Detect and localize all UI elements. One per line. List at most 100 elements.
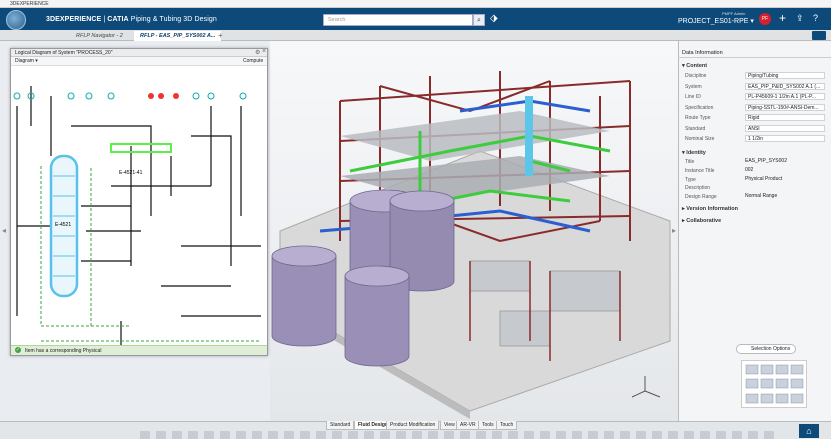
os-title-bar: 3DEXPERIENCE <box>0 0 831 8</box>
bottom-tab-ar-vr[interactable]: AR-VR <box>456 421 480 430</box>
3d-viewport[interactable] <box>270 41 678 421</box>
toolbar-command-icon[interactable] <box>380 431 390 439</box>
toolbar-command-icon[interactable] <box>332 431 342 439</box>
toolbar-command-icon[interactable] <box>732 431 742 439</box>
section-collaborative[interactable]: ▸ Collaborative <box>682 218 721 224</box>
plant-model[interactable] <box>270 41 678 421</box>
toolbar-command-icon[interactable] <box>508 431 518 439</box>
diagram-toolbar <box>11 57 267 66</box>
toolbar-command-icon[interactable] <box>348 431 358 439</box>
bottom-tab-touch[interactable]: Touch <box>496 421 518 430</box>
add-tab-icon[interactable]: + <box>218 31 223 40</box>
toolbar-command-icon[interactable] <box>252 431 262 439</box>
toolbar-command-icon[interactable] <box>716 431 726 439</box>
field-value[interactable]: EAS_PIP_P&ID_SYS002 A.1 (... <box>745 82 825 90</box>
toolbar-command-icon[interactable] <box>620 431 630 439</box>
data-panel-title: Data Information <box>678 49 831 58</box>
help-icon[interactable]: ? <box>813 13 818 23</box>
toolbar-command-icon[interactable] <box>556 431 566 439</box>
section-identity[interactable]: ▾ Identity <box>682 150 706 156</box>
section-content[interactable]: ▾ Content <box>682 63 707 69</box>
toolbar-command-icon[interactable] <box>764 431 774 439</box>
axis-triad-icon <box>631 376 661 398</box>
toolbar-command-icon[interactable] <box>588 431 598 439</box>
ds-logo-icon[interactable]: ⌂ <box>799 424 819 438</box>
toolbar-command-icon[interactable] <box>140 431 150 439</box>
field-value: Normal Range <box>745 193 778 200</box>
toolbar-command-icon[interactable] <box>668 431 678 439</box>
toolbar-command-icon[interactable] <box>492 431 502 439</box>
toolbar-command-icon[interactable] <box>412 431 422 439</box>
field-value[interactable]: PL-P45609-1 1/2in A.1 (PL-P... <box>745 93 825 100</box>
close-icon[interactable]: × <box>262 48 266 55</box>
field-value: 002 <box>745 166 754 173</box>
toolbar-command-icon[interactable] <box>524 431 534 439</box>
toolbar-command-icon[interactable] <box>572 431 582 439</box>
toolbar-command-icon[interactable] <box>476 431 486 439</box>
diagram-dropdown-label: Diagram <box>15 58 34 64</box>
tag-icon[interactable]: ⬗ <box>490 13 502 25</box>
toolbar-command-icon[interactable] <box>684 431 694 439</box>
toolbar-command-icon[interactable] <box>364 431 374 439</box>
selection-options-button[interactable]: Selection Options <box>736 344 796 354</box>
collapse-right-icon[interactable]: ▸ <box>672 226 676 235</box>
search-input[interactable]: Search <box>323 14 473 26</box>
bottom-tab-product-modification[interactable]: Product Modification <box>386 421 440 430</box>
diagram-canvas[interactable]: E-4521-41 E-4521 <box>11 66 267 345</box>
toolbar-command-icon[interactable] <box>444 431 454 439</box>
toolbar-command-icon[interactable] <box>460 431 470 439</box>
toolbar-command-icon[interactable] <box>188 431 198 439</box>
toolbar-command-icon[interactable] <box>284 431 294 439</box>
add-icon[interactable]: + <box>779 11 786 25</box>
logical-diagram-panel[interactable]: Logical Diagram of System "PROCESS_20" ⚙… <box>10 48 268 356</box>
field-value[interactable]: Piping/Tubing <box>745 72 825 79</box>
toolbar-command-icon[interactable] <box>636 431 646 439</box>
search-icon[interactable]: ⌕ <box>473 14 485 26</box>
tab-rflp-active[interactable]: RFLP - EAS_PIP_SYS002 A... <box>134 31 222 41</box>
toolbar-command-icon[interactable] <box>652 431 662 439</box>
field-label: Type <box>685 176 696 183</box>
toolbar-command-icon[interactable] <box>204 431 214 439</box>
group-boundary-bottom <box>41 325 261 342</box>
project-label: PROJECT_ES01-RPE <box>678 18 749 25</box>
toolbar-command-icon[interactable] <box>156 431 166 439</box>
toolbar-command-icon[interactable] <box>236 431 246 439</box>
bottom-tab-tools[interactable]: Tools <box>478 421 498 430</box>
selection-mode-icons[interactable] <box>742 361 808 409</box>
selection-options-grid[interactable] <box>741 360 807 408</box>
field-value[interactable]: Piping-SSTL-150#-ANSI-Dem... <box>745 103 825 111</box>
compass-icon[interactable] <box>6 10 26 30</box>
toolbar-command-icon[interactable] <box>300 431 310 439</box>
field-value[interactable]: 1 1/2in <box>745 135 825 142</box>
field-value[interactable]: ANSI <box>745 124 825 132</box>
diagram-dropdown[interactable]: Diagram ▾ <box>15 58 38 64</box>
toolbar-command-icon[interactable] <box>220 431 230 439</box>
toolbar-command-icon[interactable] <box>540 431 550 439</box>
toolbar-command-icon[interactable] <box>700 431 710 439</box>
field-value: EAS_PIP_SYS002 <box>745 158 787 164</box>
toolbar-command-icon[interactable] <box>428 431 438 439</box>
tab-rflp-navigator[interactable]: RFLP Navigator - 2 <box>70 31 129 41</box>
toolbar-command-icon[interactable] <box>172 431 182 439</box>
gear-icon[interactable]: ⚙ <box>255 49 260 56</box>
field-value: Physical Product <box>745 175 783 182</box>
diagram-status-bar: Item has a corresponding Physical <box>11 345 267 355</box>
field-label: Discipline <box>685 73 707 79</box>
toolbar-command-icon[interactable] <box>316 431 326 439</box>
field-label: System <box>685 83 702 90</box>
compute-button[interactable]: Compute <box>243 58 263 64</box>
toolbar-command-icon[interactable] <box>604 431 614 439</box>
column-label: E-4521 <box>55 222 71 228</box>
view-menu-icon[interactable] <box>812 31 826 40</box>
section-version[interactable]: ▸ Version Information <box>682 206 738 212</box>
share-icon[interactable]: ⇪ <box>796 13 804 24</box>
project-selector[interactable]: PROJECT_ES01-RPE ▾ <box>678 17 754 25</box>
toolbar-command-icon[interactable] <box>268 431 278 439</box>
collapse-left-icon[interactable]: ◂ <box>2 226 6 235</box>
avatar[interactable]: PF <box>759 13 771 25</box>
toolbar-command-icon[interactable] <box>396 431 406 439</box>
red-valves <box>148 93 179 99</box>
field-value[interactable]: Rigid <box>745 114 825 121</box>
toolbar-command-icon[interactable] <box>748 431 758 439</box>
bottom-tab-standard[interactable]: Standard <box>326 421 355 430</box>
